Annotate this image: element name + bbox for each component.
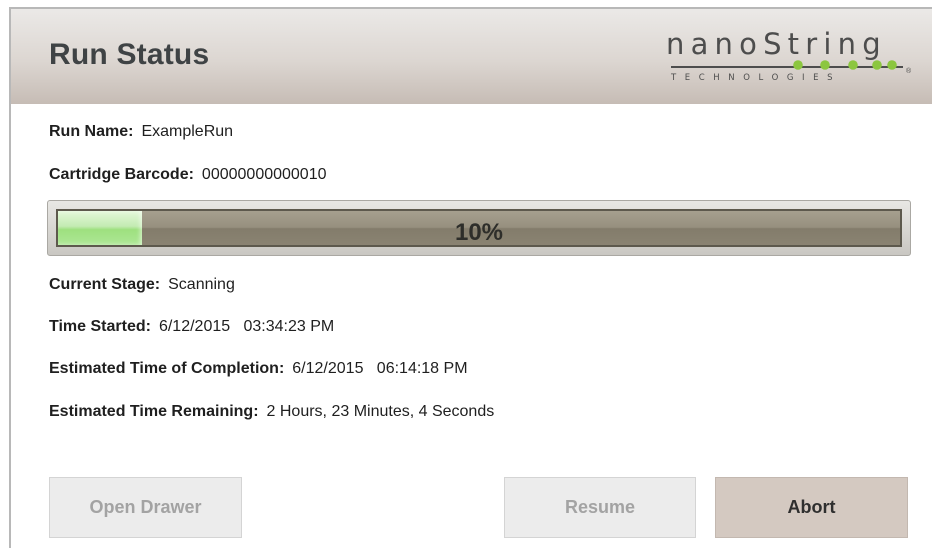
resume-button[interactable]: Resume bbox=[504, 477, 696, 538]
time-started-label: Time Started: bbox=[49, 318, 151, 335]
open-drawer-button[interactable]: Open Drawer bbox=[49, 477, 242, 538]
estimated-remaining-value: 2 Hours, 23 Minutes, 4 Seconds bbox=[266, 403, 495, 420]
time-started-row: Time Started: 6/12/2015 03:34:23 PM bbox=[49, 318, 334, 336]
logo-dot-5 bbox=[887, 60, 897, 70]
logo-dot-1 bbox=[793, 60, 803, 70]
page-title: Run Status bbox=[49, 38, 210, 71]
nanostring-logo: nanoString TECHNOLOGIES ® bbox=[666, 27, 916, 87]
current-stage-row: Current Stage: Scanning bbox=[49, 276, 235, 294]
estimated-remaining-label: Estimated Time Remaining: bbox=[49, 403, 259, 420]
logo-registered-mark: ® bbox=[906, 68, 912, 75]
run-name-value: ExampleRun bbox=[141, 123, 234, 140]
logo-dot-2 bbox=[820, 60, 830, 70]
estimated-remaining-row: Estimated Time Remaining: 2 Hours, 23 Min… bbox=[49, 403, 494, 421]
time-started-value: 6/12/2015 03:34:23 PM bbox=[158, 318, 335, 335]
cartridge-barcode-label: Cartridge Barcode: bbox=[49, 166, 194, 183]
estimated-completion-row: Estimated Time of Completion: 6/12/2015 0… bbox=[49, 360, 468, 378]
header-bar: Run Status nanoString TECHNOLOGIES ® bbox=[11, 9, 932, 104]
logo-subtitle: TECHNOLOGIES bbox=[671, 73, 842, 83]
run-name-row: Run Name: ExampleRun bbox=[49, 123, 233, 141]
run-progress-bar: 10% bbox=[47, 200, 911, 256]
cartridge-barcode-row: Cartridge Barcode: 00000000000010 bbox=[49, 166, 327, 184]
logo-dot-4 bbox=[872, 60, 882, 70]
current-stage-label: Current Stage: bbox=[49, 276, 161, 293]
cartridge-barcode-value: 00000000000010 bbox=[201, 166, 327, 183]
run-status-window: Run Status nanoString TECHNOLOGIES ® Run… bbox=[9, 7, 932, 548]
logo-dot-3 bbox=[848, 60, 858, 70]
estimated-completion-label: Estimated Time of Completion: bbox=[49, 360, 285, 377]
estimated-completion-value: 6/12/2015 06:14:18 PM bbox=[292, 360, 468, 377]
progress-percent-text: 10% bbox=[454, 219, 504, 246]
current-stage-value: Scanning bbox=[168, 276, 235, 293]
progress-track: 10% bbox=[56, 209, 902, 247]
abort-button[interactable]: Abort bbox=[715, 477, 908, 538]
run-name-label: Run Name: bbox=[49, 123, 134, 140]
